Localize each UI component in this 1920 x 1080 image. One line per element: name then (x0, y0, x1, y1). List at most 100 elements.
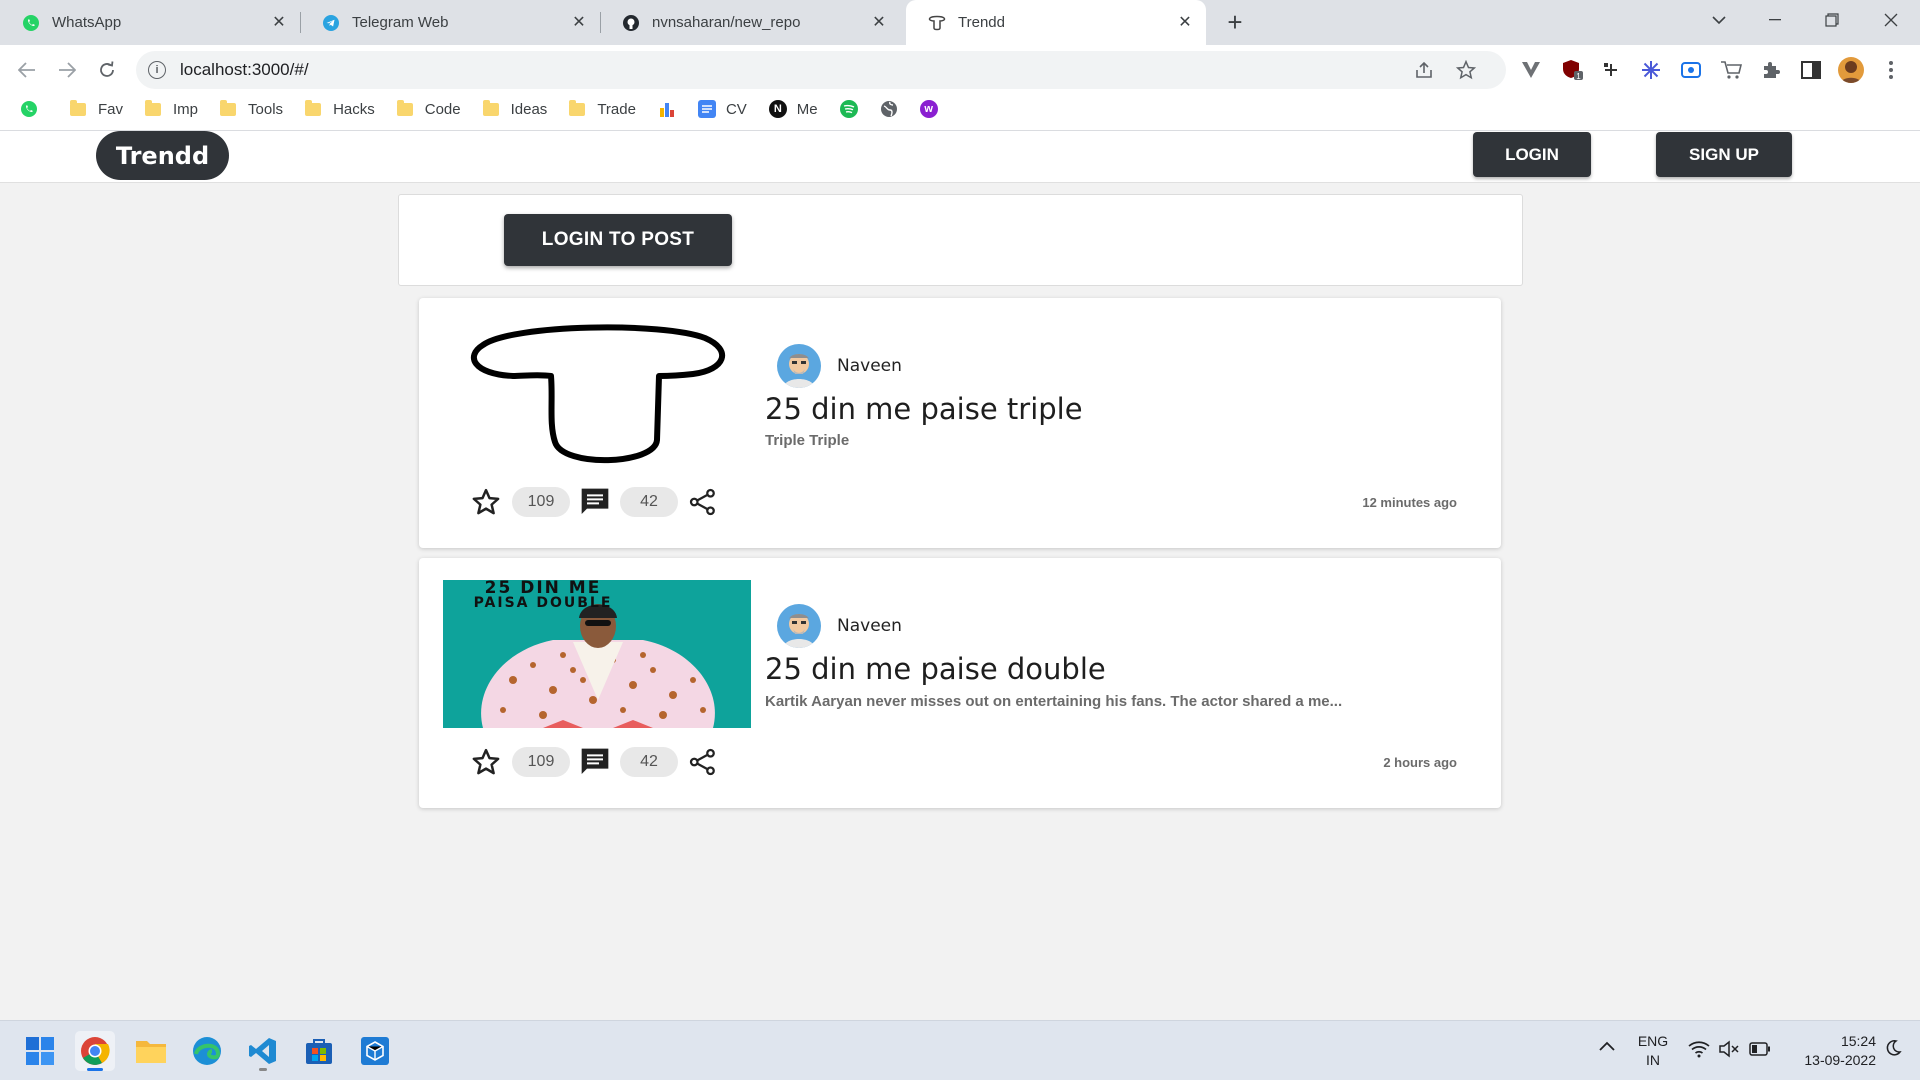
bookmark-bar-chart[interactable] (648, 94, 686, 124)
profile-avatar[interactable] (1838, 57, 1864, 83)
folder-icon (396, 99, 413, 116)
app-cube-icon[interactable] (355, 1031, 395, 1071)
login-button[interactable]: LOGIN (1473, 132, 1591, 177)
bookmark-folder-hacks[interactable]: Hacks (295, 94, 385, 124)
brand-logo[interactable]: Trendd (96, 131, 229, 180)
tab-telegram[interactable]: Telegram Web ✕ (300, 0, 600, 45)
post-card[interactable]: 25 DIN ME PAISA DOUBLE Naveen 25 din me … (419, 558, 1501, 808)
star-icon[interactable] (469, 485, 503, 519)
bookmark-label: Imp (173, 100, 199, 118)
screen-record-ext-icon[interactable] (1678, 57, 1704, 83)
chrome-icon[interactable] (75, 1031, 115, 1071)
restore-button[interactable] (1805, 0, 1859, 40)
bookmark-cv[interactable]: CV (688, 94, 757, 124)
wifi-icon[interactable] (1688, 1040, 1710, 1063)
bookmark-folder-imp[interactable]: Imp (135, 94, 208, 124)
ublock-ext-icon[interactable]: 1 (1560, 57, 1586, 83)
post-title[interactable]: 25 din me paise double (765, 652, 1106, 686)
bookmark-globe[interactable] (870, 94, 908, 124)
telegram-icon (322, 14, 340, 32)
post-card[interactable]: Naveen 25 din me paise triple Triple Tri… (419, 298, 1501, 548)
clock-time: 15:24 (1840, 1033, 1876, 1049)
share-icon[interactable] (686, 485, 720, 519)
vivaldi-ext-icon[interactable] (1518, 57, 1544, 83)
bookmark-folder-tools[interactable]: Tools (210, 94, 293, 124)
tab-label: nvnsaharan/new_repo (652, 14, 801, 31)
bookmark-purple-w[interactable]: w (910, 94, 948, 124)
author-avatar[interactable] (777, 604, 821, 648)
bookmark-label: CV (725, 100, 747, 118)
post-title[interactable]: 25 din me paise triple (765, 392, 1083, 426)
focus-moon-icon[interactable] (1884, 1039, 1902, 1062)
tab-search-chevron-icon[interactable] (1692, 0, 1746, 40)
region-code: IN (1646, 1052, 1660, 1068)
reload-button[interactable] (90, 53, 124, 87)
thumbnail-text-line2: PAISA DOUBLE (473, 595, 613, 611)
bookmark-me[interactable]: N Me (759, 94, 828, 124)
snowflake-ext-icon[interactable] (1638, 57, 1664, 83)
close-window-button[interactable] (1864, 0, 1918, 40)
bookmark-label: Me (796, 100, 818, 118)
cart-ext-icon[interactable] (1718, 57, 1744, 83)
language-indicator[interactable]: ENG IN (1630, 1032, 1676, 1070)
close-icon[interactable]: ✕ (1176, 14, 1194, 32)
bookmark-spotify[interactable] (830, 94, 868, 124)
clock-date: 13-09-2022 (1804, 1052, 1876, 1068)
vscode-icon[interactable] (243, 1031, 283, 1071)
windows-start-icon[interactable] (20, 1031, 60, 1071)
author-name[interactable]: Naveen (837, 616, 902, 636)
minimize-button[interactable] (1748, 0, 1802, 40)
spotify-icon (839, 100, 858, 118)
file-explorer-icon[interactable] (131, 1031, 171, 1071)
back-button[interactable] (10, 53, 44, 87)
site-info-icon[interactable]: i (148, 61, 166, 79)
address-bar[interactable]: i localhost:3000/#/ (136, 51, 1506, 89)
app-navbar: Trendd LOGIN SIGN UP (0, 131, 1920, 183)
whatsapp-icon (20, 100, 38, 118)
tray-chevron-up-icon[interactable] (1598, 1039, 1616, 1057)
store-icon[interactable] (299, 1031, 339, 1071)
share-icon[interactable] (686, 745, 720, 779)
author-avatar[interactable] (777, 344, 821, 388)
bookmark-star-icon[interactable] (1455, 59, 1477, 85)
close-icon[interactable]: ✕ (570, 14, 588, 32)
battery-icon[interactable] (1749, 1041, 1771, 1062)
new-tab-button[interactable]: + (1220, 8, 1250, 38)
speaker-muted-icon[interactable] (1718, 1040, 1740, 1063)
tab-github[interactable]: nvnsaharan/new_repo ✕ (600, 0, 900, 45)
thumbnail-text-line1: 25 DIN ME (484, 580, 602, 598)
signup-button[interactable]: SIGN UP (1656, 132, 1792, 177)
trendd-favicon-icon (928, 14, 946, 32)
comment-icon[interactable] (578, 485, 612, 519)
star-icon[interactable] (469, 745, 503, 779)
close-icon[interactable]: ✕ (270, 14, 288, 32)
post-actions: 109 42 (469, 742, 720, 782)
post-timestamp: 2 hours ago (1383, 755, 1457, 770)
bookmark-folder-ideas[interactable]: Ideas (473, 94, 558, 124)
post-description: Kartik Aaryan never misses out on entert… (765, 693, 1343, 710)
tab-whatsapp[interactable]: WhatsApp ✕ (0, 0, 300, 45)
login-to-post-button[interactable]: LOGIN TO POST (504, 214, 732, 266)
post-actions: 109 42 (469, 482, 720, 522)
extensions-puzzle-icon[interactable] (1758, 57, 1784, 83)
system-clock[interactable]: 15:24 13-09-2022 (1780, 1032, 1876, 1070)
chrome-menu-icon[interactable] (1878, 57, 1904, 83)
bookmark-whatsapp[interactable] (0, 94, 58, 124)
bookmark-folder-code[interactable]: Code (387, 94, 471, 124)
author-name[interactable]: Naveen (837, 356, 902, 376)
post-thumbnail[interactable]: 25 DIN ME PAISA DOUBLE (443, 580, 751, 728)
close-icon[interactable]: ✕ (870, 14, 888, 32)
share-icon[interactable] (1414, 60, 1434, 85)
comment-icon[interactable] (578, 745, 612, 779)
bookmark-folder-trade[interactable]: Trade (559, 94, 646, 124)
grid-plus-ext-icon[interactable] (1598, 57, 1624, 83)
tab-trendd[interactable]: Trendd ✕ (906, 0, 1206, 45)
forward-button[interactable] (50, 53, 84, 87)
browser-toolbar: i localhost:3000/#/ 1 Fav Imp Tools Hack… (0, 45, 1920, 131)
tab-label: WhatsApp (52, 14, 122, 31)
edge-icon[interactable] (187, 1031, 227, 1071)
post-thumbnail[interactable] (443, 320, 751, 468)
bookmark-folder-fav[interactable]: Fav (60, 94, 133, 124)
side-panel-icon[interactable] (1798, 57, 1824, 83)
bookmark-label: Code (424, 100, 461, 118)
